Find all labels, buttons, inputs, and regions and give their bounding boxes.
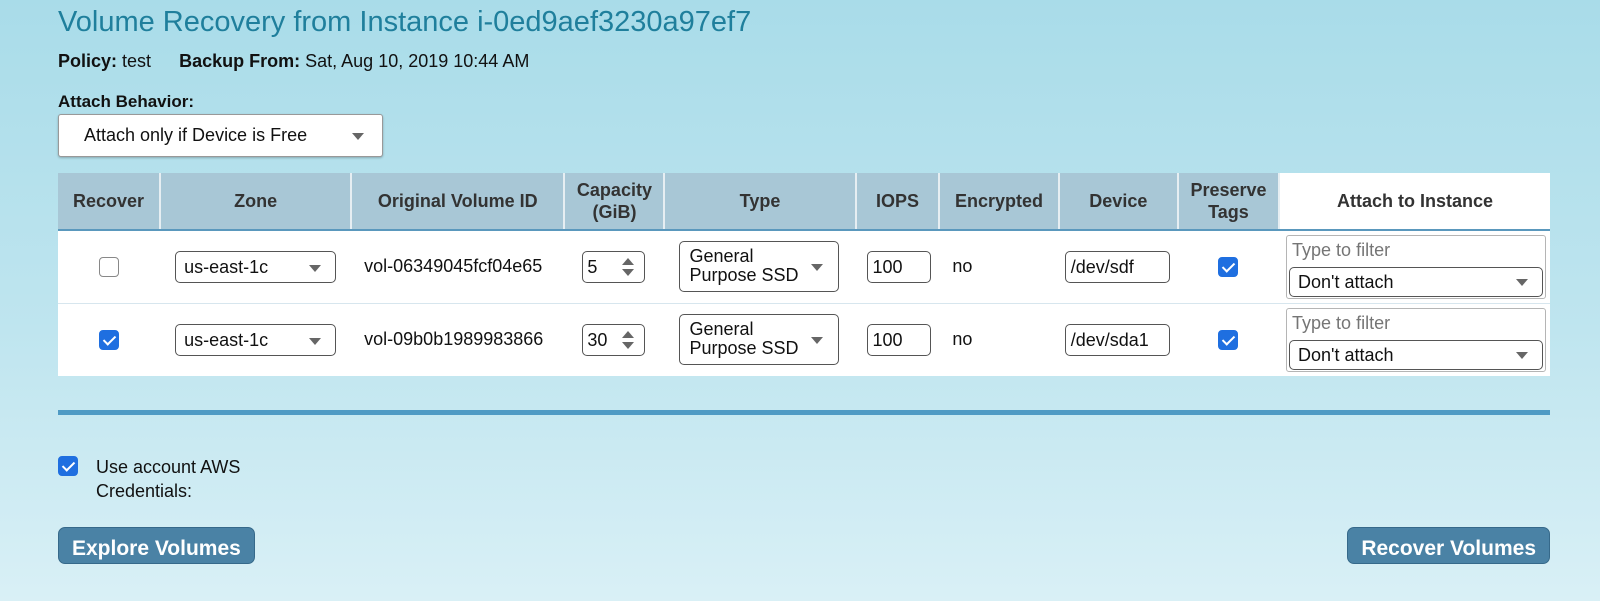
chevron-down-icon	[811, 337, 824, 345]
type-value: General Purpose SSD	[689, 319, 799, 359]
attach-filter-input[interactable]	[1292, 312, 1533, 334]
header-zone: Zone	[160, 173, 353, 231]
capacity-value: 5	[587, 256, 598, 277]
iops-input[interactable]: 100	[866, 250, 931, 283]
preserve-tags-checkbox[interactable]	[1218, 330, 1239, 351]
backup-from-value: Sat, Aug 10, 2019 10:44 AM	[305, 51, 530, 71]
preserve-tags-checkbox[interactable]	[1218, 257, 1239, 278]
zone-value: us-east-1c	[184, 329, 269, 350]
type-value: General Purpose SSD	[689, 246, 799, 286]
volume-id: vol-09b0b1989983866	[364, 329, 544, 350]
zone-value: us-east-1c	[184, 256, 269, 277]
page-title: Volume Recovery from Instance i-0ed9aef3…	[58, 6, 752, 38]
spin-down-icon[interactable]	[622, 341, 635, 349]
chevron-down-icon	[309, 337, 322, 345]
section-divider	[58, 410, 1550, 415]
spin-up-icon[interactable]	[622, 330, 635, 338]
use-aws-credentials-checkbox[interactable]	[58, 456, 78, 476]
volumes-table: Recover Zone Original Volume ID Capacity…	[58, 173, 1550, 376]
chevron-down-icon	[352, 133, 364, 140]
chevron-down-icon	[811, 264, 824, 272]
table-row: us-east-1c vol-09b0b1989983866 30 Genera…	[58, 303, 1550, 376]
policy-value: test	[122, 51, 152, 71]
attach-behavior-select[interactable]: Attach only if Device is Free	[58, 114, 383, 157]
table-row: us-east-1c vol-06349045fcf04e65 5 Genera…	[58, 230, 1550, 304]
zone-select[interactable]: us-east-1c	[175, 323, 337, 356]
spin-down-icon[interactable]	[622, 268, 635, 276]
attach-instance-value: Don't attach	[1298, 344, 1394, 365]
attach-instance-select[interactable]: Don't attach	[1289, 339, 1544, 370]
volume-id: vol-06349045fcf04e65	[364, 256, 543, 277]
attach-instance-combo: Don't attach	[1286, 234, 1547, 299]
encrypted-value: no	[952, 256, 973, 277]
capacity-stepper[interactable]: 5	[582, 250, 646, 283]
capacity-stepper[interactable]: 30	[582, 323, 646, 356]
encrypted-value: no	[952, 329, 973, 350]
attach-behavior-label: Attach Behavior:	[58, 92, 195, 111]
header-attach-to-instance: Attach to Instance	[1279, 173, 1550, 231]
header-type: Type	[664, 173, 857, 231]
recover-volumes-button[interactable]: Recover Volumes	[1347, 527, 1550, 564]
chevron-down-icon	[1516, 278, 1529, 286]
policy-label: Policy:	[58, 51, 118, 71]
chevron-down-icon	[1516, 351, 1529, 359]
header-device: Device	[1058, 173, 1179, 231]
backup-from-label: Backup From:	[179, 51, 301, 71]
header-preserve-tags: Preserve Tags	[1177, 173, 1281, 231]
capacity-value: 30	[587, 329, 608, 350]
chevron-down-icon	[309, 264, 322, 272]
header-volume-id: Original Volume ID	[351, 173, 566, 231]
explore-volumes-button[interactable]: Explore Volumes	[58, 527, 255, 564]
use-aws-credentials-label: Use account AWS Credentials:	[96, 457, 241, 501]
recover-checkbox[interactable]	[99, 257, 120, 278]
attach-instance-value: Don't attach	[1298, 271, 1394, 292]
device-input[interactable]: /dev/sdf	[1064, 250, 1170, 283]
header-recover: Recover	[58, 173, 162, 231]
header-encrypted: Encrypted	[939, 173, 1060, 231]
backup-meta: Policy: test Backup From: Sat, Aug 10, 2…	[58, 51, 529, 72]
type-select[interactable]: General Purpose SSD	[679, 241, 840, 293]
attach-behavior-value: Attach only if Device is Free	[84, 125, 308, 145]
header-iops: IOPS	[855, 173, 941, 231]
type-select[interactable]: General Purpose SSD	[679, 314, 840, 366]
attach-filter-input[interactable]	[1292, 239, 1533, 261]
table-header-row: Recover Zone Original Volume ID Capacity…	[58, 173, 1550, 231]
spin-up-icon[interactable]	[622, 257, 635, 265]
attach-instance-combo: Don't attach	[1286, 307, 1547, 372]
zone-select[interactable]: us-east-1c	[175, 250, 337, 283]
iops-input[interactable]: 100	[866, 323, 931, 356]
recover-checkbox[interactable]	[99, 330, 120, 351]
device-input[interactable]: /dev/sda1	[1064, 323, 1170, 356]
attach-instance-select[interactable]: Don't attach	[1289, 266, 1544, 297]
header-capacity: Capacity (GiB)	[564, 173, 666, 231]
